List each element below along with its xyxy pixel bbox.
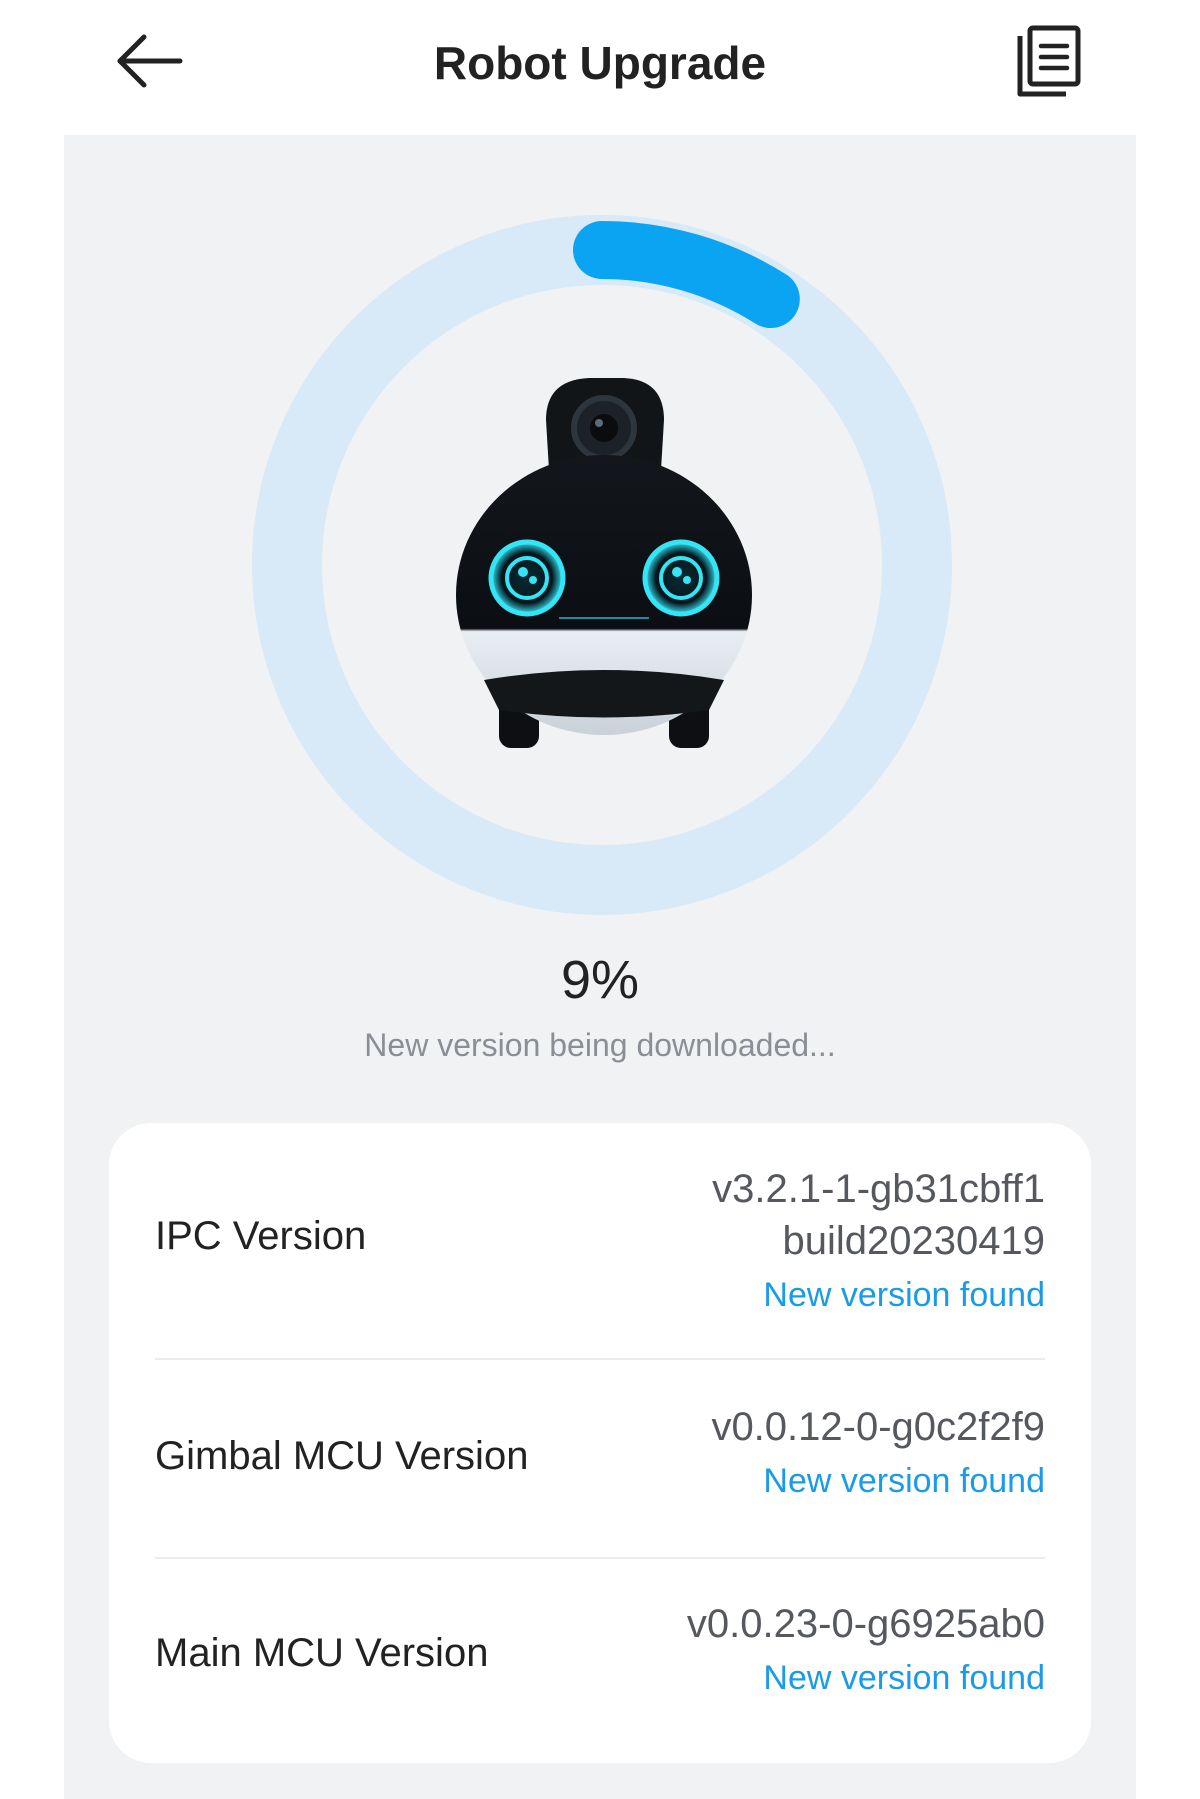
download-status: New version being downloaded... [364,1027,836,1063]
upgrade-panel: 9% New version being downloaded... IPC V… [64,135,1136,1799]
version-row-ipc: IPC Version v3.2.1-1-gb31cbff1 build2023… [155,1123,1045,1358]
version-value-box: v3.2.1-1-gb31cbff1 build20230419 New ver… [712,1163,1045,1319]
version-value: v0.0.23-0-g6925ab0 [686,1602,1045,1646]
version-row-main-mcu: Main MCU Version v0.0.23-0-g6925ab0 New … [155,1558,1045,1763]
new-version-link[interactable]: New version found [712,1271,1045,1319]
robot-image [456,378,752,748]
version-label: Main MCU Version [155,1631,489,1675]
version-label: IPC Version [155,1214,367,1258]
app-header: Robot Upgrade [0,0,1200,132]
version-value: v0.0.12-0-g0c2f2f9 [711,1405,1045,1449]
version-value-box: v0.0.23-0-g6925ab0 New version found [687,1598,1045,1702]
document-list-icon [1017,25,1081,97]
new-version-link[interactable]: New version found [687,1654,1045,1702]
version-value-box: v0.0.12-0-g0c2f2f9 New version found [711,1401,1045,1505]
new-version-link[interactable]: New version found [711,1457,1045,1505]
version-label: Gimbal MCU Version [155,1434,529,1478]
version-card: IPC Version v3.2.1-1-gb31cbff1 build2023… [109,1123,1091,1763]
upgrade-log-button[interactable] [1014,24,1084,100]
version-value: v3.2.1-1-gb31cbff1 build20230419 [712,1167,1045,1263]
version-row-gimbal-mcu: Gimbal MCU Version v0.0.12-0-g0c2f2f9 Ne… [155,1359,1045,1557]
progress-percent: 9% [560,950,640,1010]
